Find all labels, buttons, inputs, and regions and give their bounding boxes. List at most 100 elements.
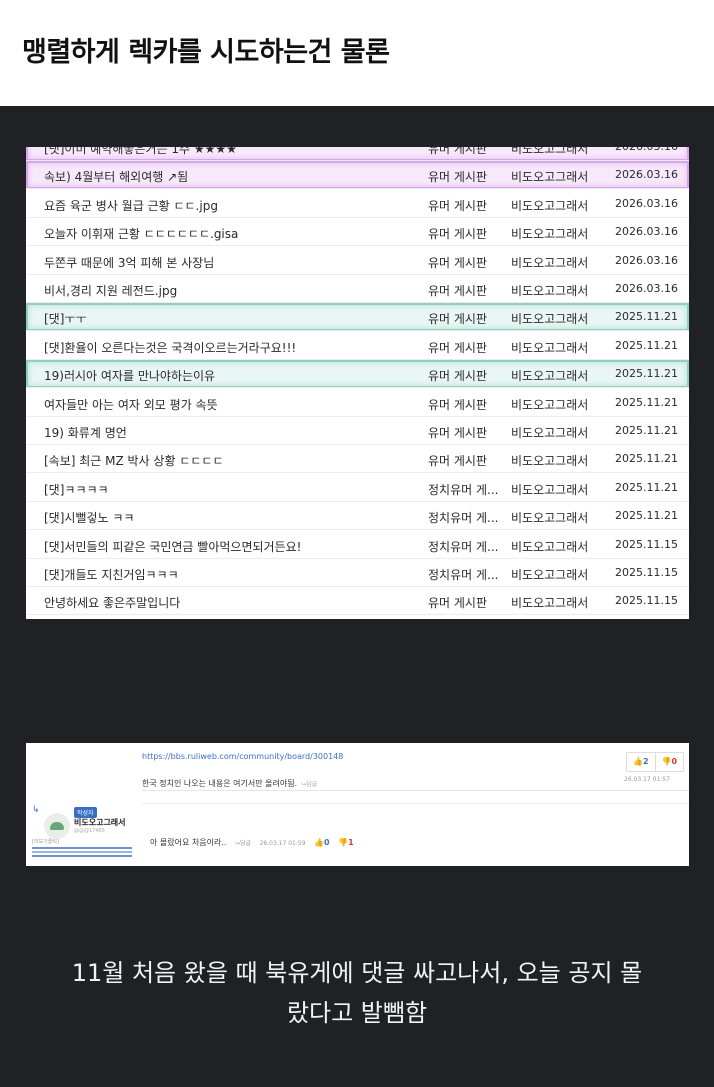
- row-divider: [26, 614, 689, 616]
- notice-downvote-button[interactable]: 👎0: [656, 753, 684, 771]
- caption-line-1: 11월 처음 왔을 때 북유게에 댓글 싸고나서, 오늘 공지 몰: [71, 959, 643, 987]
- post-author: 비도오고그래서: [511, 397, 589, 412]
- post-date: 2025.11.21: [615, 338, 678, 352]
- caption-line-2: 랐다고 발뺌함: [286, 999, 428, 1027]
- comment-screenshot: https://bbs.ruliweb.com/community/board/…: [26, 743, 689, 866]
- post-date: 2025.11.15: [615, 537, 678, 551]
- post-author: 비도오고그래서: [511, 539, 589, 554]
- post-title-link[interactable]: 19)러시아 여자를 만나야하는이유: [44, 367, 215, 384]
- post-title-link[interactable]: [댓]서민들의 피같은 국민연금 빨아먹으면되거든요!: [44, 538, 301, 555]
- post-author: 비도오고그래서: [511, 170, 589, 185]
- post-board: 유머 게시판: [428, 369, 488, 384]
- table-row[interactable]: 두쫀쿠 때문에 3억 피해 본 사장님 유머 게시판 비도오고그래서 2026.03.…: [26, 247, 689, 275]
- post-board: 정치유머 게...: [428, 511, 499, 526]
- header: 맹렬하게 렉카를 시도하는건 물론: [0, 0, 714, 106]
- post-board: 유머 게시판: [428, 596, 488, 611]
- post-author: 비도오고그래서: [511, 147, 589, 156]
- table-row[interactable]: [댓]ㅋㅋㅋㅋ 정치유머 게... 비도오고그래서 2025.11.21: [26, 474, 689, 502]
- post-date: 2025.11.21: [615, 395, 678, 409]
- post-board: 유머 게시판: [428, 227, 488, 242]
- comment-upvote-button[interactable]: 👍0: [314, 838, 330, 847]
- divider: [142, 803, 689, 804]
- level-bar: [32, 847, 132, 861]
- post-title-link[interactable]: 19) 화류계 명언: [44, 424, 127, 441]
- post-list-screenshot: [댓]이미 예약해놓은거는 1주 ★★★★유머 게시판비도오고그래서2026.0…: [26, 147, 689, 619]
- author-name[interactable]: 비도오고그래서: [74, 817, 126, 828]
- post-board: 정치유머 게...: [428, 539, 499, 554]
- post-date: 2026.03.16: [615, 225, 678, 239]
- table-row[interactable]: [댓]개들도 지친거임ㅋㅋㅋ 정치유머 게... 비도오고그래서 2025.11.15: [26, 559, 689, 587]
- post-board: 유머 게시판: [428, 147, 488, 156]
- author-comment-text: 아 몰랐어요 처음이라..: [150, 838, 227, 847]
- table-row[interactable]: 비서,경리 지원 레전드.jpg 유머 게시판 비도오고그래서 2026.03.16: [26, 275, 689, 303]
- post-board: 유머 게시판: [428, 170, 488, 185]
- post-author: 비도오고그래서: [511, 255, 589, 270]
- table-row[interactable]: 여자들만 아는 여자 외모 평가 속뜻 유머 게시판 비도오고그래서 2025.11.…: [26, 389, 689, 417]
- post-title-link[interactable]: [댓]ㅜㅜ: [44, 310, 86, 327]
- table-row[interactable]: [댓]ㅜㅜ 유머 게시판 비도오고그래서 2025.11.21: [26, 303, 689, 332]
- table-row[interactable]: [댓]환율이 오른다는것은 국격이오르는거라구요!!! 유머 게시판 비도오고그래서…: [26, 332, 689, 360]
- author-profile: ↳ 작성자 비도오고그래서 @@@17465 [이보기클릭]: [32, 805, 132, 863]
- post-title-link[interactable]: 오늘자 이휘재 근황 ㄷㄷㄷㄷㄷㄷ.gisa: [44, 225, 238, 242]
- table-row[interactable]: [댓]이미 예약해놓은거는 1주 ★★★★ 유머 게시판 비도오고그래서 2026.0…: [26, 147, 689, 161]
- post-author: 비도오고그래서: [511, 312, 589, 327]
- post-author: 비도오고그래서: [511, 284, 589, 298]
- post-date: 2025.11.21: [615, 452, 678, 466]
- table-row[interactable]: 요즘 육군 병사 월급 근황 ㄷㄷ.jpg 유머 게시판 비도오고그래서 2026.0…: [26, 190, 689, 218]
- post-author: 비도오고그래서: [511, 511, 589, 526]
- table-row[interactable]: 19) 화류계 명언 유머 게시판 비도오고그래서 2025.11.21: [26, 417, 689, 445]
- post-author: 비도오고그래서: [511, 227, 589, 242]
- author-comment: 아 몰랐어요 처음이라.. ↪답글 26.03.17 01:59 👍0 👎1: [150, 837, 354, 848]
- post-title-link[interactable]: 비서,경리 지원 레전드.jpg: [44, 282, 177, 299]
- notice-comment-text: 한국 정치인 나오는 내용은 여기서만 올려야됨.: [142, 779, 298, 788]
- board-url-link[interactable]: https://bbs.ruliweb.com/community/board/…: [142, 752, 343, 761]
- post-author: 비도오고그래서: [511, 369, 589, 384]
- table-row[interactable]: 안녕하세요 좋은주말입니다 유머 게시판 비도오고그래서 2025.11.15: [26, 587, 689, 616]
- post-date: 2026.03.16: [615, 253, 678, 267]
- post-author: 비도오고그래서: [511, 426, 589, 440]
- table-row[interactable]: [댓]시뻘겋노 ㅋㅋ 정치유머 게... 비도오고그래서 2025.11.21: [26, 502, 689, 531]
- post-board: 유머 게시판: [428, 426, 488, 440]
- table-row[interactable]: [속보] 최근 MZ 박사 상황 ㄷㄷㄷㄷ 유머 게시판 비도오고그래서 2025.1…: [26, 445, 689, 474]
- post-board: 유머 게시판: [428, 454, 488, 469]
- post-author: 비도오고그래서: [511, 454, 589, 469]
- post-author: 비도오고그래서: [511, 198, 589, 213]
- post-author: 비도오고그래서: [511, 340, 589, 355]
- table-row[interactable]: 19)러시아 여자를 만나야하는이유 유머 게시판 비도오고그래서 2025.11.2…: [26, 360, 689, 389]
- post-board: 정치유머 게...: [428, 482, 499, 497]
- post-board: 유머 게시판: [428, 284, 488, 298]
- avatar-icon: [50, 822, 64, 830]
- reply-arrow-icon: ↳: [32, 805, 40, 815]
- post-title-link[interactable]: 안녕하세요 좋은주말입니다: [44, 594, 180, 611]
- notice-vote-box: 👍2 👎0: [626, 752, 684, 772]
- notice-upvote-button[interactable]: 👍2: [627, 753, 656, 771]
- table-row[interactable]: 오늘자 이휘재 근황 ㄷㄷㄷㄷㄷㄷ.gisa 유머 게시판 비도오고그래서 2026.…: [26, 218, 689, 247]
- post-title-link[interactable]: [댓]ㅋㅋㅋㅋ: [44, 481, 109, 498]
- post-title-link[interactable]: 요즘 육군 병사 월급 근황 ㄷㄷ.jpg: [44, 197, 218, 214]
- avatar[interactable]: [44, 813, 70, 839]
- notice-reply-link[interactable]: ↪답글: [301, 781, 317, 788]
- post-date: 2026.03.16: [615, 282, 678, 295]
- post-title-link[interactable]: [댓]시뻘겋노 ㅋㅋ: [44, 509, 134, 526]
- comment-timestamp: 26.03.17 01:59: [259, 840, 306, 847]
- post-title-link[interactable]: 여자들만 아는 여자 외모 평가 속뜻: [44, 396, 218, 413]
- page-title: 맹렬하게 렉카를 시도하는건 물론: [22, 37, 390, 68]
- post-title-link[interactable]: [댓]개들도 지친거임ㅋㅋㅋ: [44, 566, 179, 583]
- post-title-link[interactable]: [댓]환율이 오른다는것은 국격이오르는거라구요!!!: [44, 339, 296, 356]
- post-date: 2025.11.15: [615, 566, 678, 579]
- post-title-link[interactable]: 속보) 4월부터 해외여행 ↗됨: [44, 168, 188, 185]
- post-date: 2026.03.16: [615, 196, 678, 210]
- table-row[interactable]: [댓]서민들의 피같은 국민연금 빨아먹으면되거든요! 정치유머 게... 비도오고…: [26, 531, 689, 559]
- author-more-link[interactable]: [이보기클릭]: [32, 838, 59, 845]
- comment-reply-link[interactable]: ↪답글: [235, 840, 251, 847]
- post-date: 2025.11.21: [615, 424, 678, 437]
- post-board: 유머 게시판: [428, 198, 488, 213]
- author-id: @@@17465: [74, 828, 105, 834]
- post-title-link[interactable]: [속보] 최근 MZ 박사 상황 ㄷㄷㄷㄷ: [44, 452, 224, 469]
- table-row[interactable]: 속보) 4월부터 해외여행 ↗됨 유머 게시판 비도오고그래서 2026.03.16: [26, 161, 689, 190]
- comment-downvote-button[interactable]: 👎1: [338, 838, 354, 847]
- post-title-link[interactable]: [댓]이미 예약해놓은거는 1주 ★★★★: [44, 147, 237, 157]
- post-board: 정치유머 게...: [428, 568, 499, 582]
- post-title-link[interactable]: 두쫀쿠 때문에 3억 피해 본 사장님: [44, 254, 214, 271]
- post-author: 비도오고그래서: [511, 596, 589, 611]
